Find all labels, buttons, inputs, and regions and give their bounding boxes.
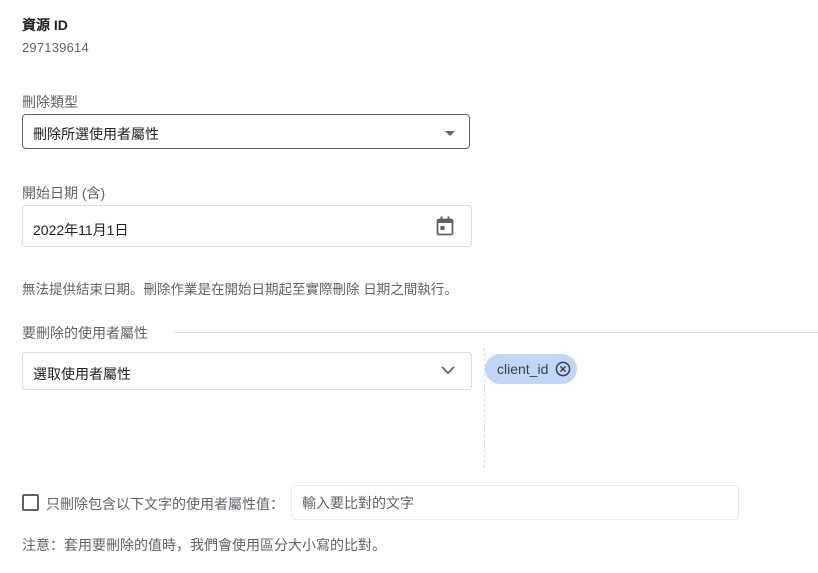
user-property-picker[interactable]: 選取使用者屬性 [22,352,472,390]
user-properties-section-title: 要刪除的使用者屬性 [22,323,158,343]
resource-id-label: 資源 ID [22,17,68,33]
match-text-checkbox-label: 只刪除包含以下文字的使用者屬性值： [46,496,284,512]
start-date-label: 開始日期 (含) [22,185,106,201]
deletion-type-select[interactable]: 刪除所選使用者屬性 [22,114,470,149]
resource-id-value: 297139614 [22,40,89,55]
deletion-type-label: 刪除類型 [22,94,78,110]
date-range-info: 無法提供結束日期。刪除作業是在開始日期起至實際刪除 日期之間執行。 [22,282,458,297]
match-text-input[interactable] [291,485,739,520]
calendar-icon[interactable] [436,216,454,236]
remove-chip-icon[interactable] [555,361,571,377]
section-divider [174,332,818,333]
match-text-checkbox[interactable] [22,494,39,511]
chevron-down-icon [441,366,455,375]
chip-label: client_id [497,361,549,377]
start-date-field[interactable]: 2022年11月1日 [22,205,472,247]
case-sensitive-note: 注意：套用要刪除的值時，我們會使用區分大小寫的比對。 [22,537,386,553]
start-date-value: 2022年11月1日 [33,222,129,238]
user-property-chip[interactable]: client_id [485,354,578,384]
dropdown-arrow-icon [445,131,455,136]
user-property-picker-placeholder: 選取使用者屬性 [33,366,131,382]
deletion-type-selected-value: 刪除所選使用者屬性 [33,126,159,142]
